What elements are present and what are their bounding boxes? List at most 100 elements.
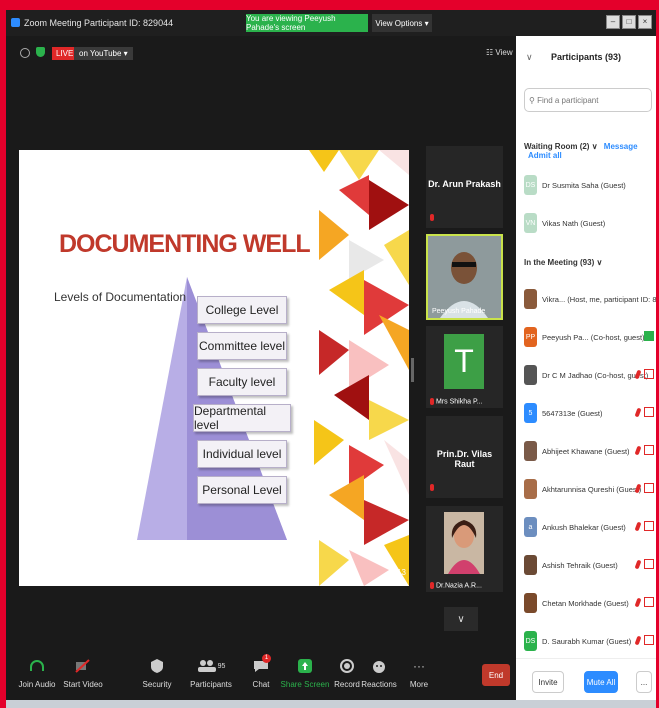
list-item[interactable]: DS D. Saurabh Kumar (Guest) [516, 626, 656, 656]
waiting-room-header[interactable]: Waiting Room (2) ∨ Message Admit all [524, 142, 656, 160]
level-faculty: Faculty level [197, 368, 287, 396]
muted-mic-icon [634, 597, 654, 609]
tile-name: Dr. Arun Prakash [428, 178, 501, 189]
invite-button[interactable]: Invite [532, 671, 564, 693]
panel-header: ∨ Participants (93) [516, 36, 656, 66]
avatar: VN [524, 213, 537, 233]
avatar [524, 479, 537, 499]
level-college: College Level [197, 296, 287, 324]
maximize-icon[interactable]: □ [622, 15, 636, 29]
shield-icon[interactable] [36, 47, 45, 57]
video-tile-nazia[interactable]: Dr.Nazia A.R... [426, 506, 503, 592]
chevron-down-icon[interactable]: ∨ [444, 607, 478, 631]
chat-button[interactable]: 1 Chat [236, 654, 286, 689]
view-button[interactable]: ☷ View [486, 48, 513, 57]
muted-mic-icon [430, 213, 436, 222]
avatar [524, 555, 537, 575]
list-item[interactable]: Chetan Morkhade (Guest) [516, 588, 656, 618]
avatar: DS [524, 175, 537, 195]
muted-mic-icon [634, 521, 654, 533]
chat-badge: 1 [262, 654, 271, 663]
panel-footer: Invite Mute All ... [516, 658, 656, 704]
close-icon[interactable]: × [638, 15, 652, 29]
video-tile-peeyush-pahade[interactable]: Peeyush Pahade [426, 234, 503, 320]
video-tile-vilas-raut[interactable]: Prin.Dr. Vilas Raut [426, 416, 503, 498]
chat-icon: 1 [236, 654, 286, 678]
tile-name: Prin.Dr. Vilas Raut [436, 448, 493, 469]
muted-mic-icon [634, 369, 654, 381]
participants-count: 95 [217, 662, 226, 670]
youtube-live-button[interactable]: on YouTube ▾ [74, 47, 133, 60]
list-item[interactable]: PP Peeyush Pa... (Co-host, guest) [516, 322, 656, 352]
slide-title: DOCUMENTING WELL [59, 230, 311, 258]
avatar [524, 593, 537, 613]
list-item[interactable]: Ashish Tehraik (Guest) [516, 550, 656, 580]
join-audio-button[interactable]: Join Audio [12, 654, 62, 689]
level-personal: Personal Level [197, 476, 287, 504]
viewing-banner: You are viewing Peeyush Pahade's screen [246, 14, 368, 32]
muted-mic-icon [634, 483, 654, 495]
participant-search-input[interactable]: ⚲ Find a participant [524, 88, 652, 112]
zoom-window: Zoom Meeting Participant ID: 829044 You … [6, 10, 656, 704]
level-individual: Individual level [197, 440, 287, 468]
more-button[interactable]: ··· More [394, 654, 444, 689]
shield-icon [132, 654, 182, 678]
tile-name: Peeyush Pahade [432, 308, 486, 315]
mute-all-button[interactable]: Mute All [584, 671, 618, 693]
admit-all-link[interactable]: Admit all [528, 151, 562, 160]
list-item[interactable]: DS Dr Susmita Saha (Guest) [516, 170, 656, 200]
security-button[interactable]: Security [132, 654, 182, 689]
window-title: Zoom Meeting Participant ID: 829044 [24, 18, 174, 28]
start-video-button[interactable]: Start Video [58, 654, 108, 689]
window-controls: – □ × [606, 15, 652, 29]
shared-screen: DOCUMENTING WELL Levels of Documentation… [19, 150, 409, 586]
tile-name: Mrs Shikha P... [430, 397, 483, 405]
participant-video [428, 236, 501, 318]
muted-mic-icon [634, 559, 654, 571]
people-icon [197, 660, 216, 672]
level-departmental: Departmental level [193, 404, 291, 432]
avatar [524, 441, 537, 461]
muted-mic-icon [634, 445, 654, 457]
message-link[interactable]: Message [604, 142, 638, 151]
info-icon[interactable] [20, 48, 30, 58]
participants-button[interactable]: 95 Participants [186, 654, 236, 689]
panel-title: Participants (93) [550, 52, 622, 62]
avatar: 5 [524, 403, 537, 423]
video-tile-shikha[interactable]: T Mrs Shikha P... [426, 326, 503, 408]
tile-name: Dr.Nazia A.R... [430, 581, 482, 589]
share-indicator-icon [640, 331, 654, 343]
list-item[interactable]: a Ankush Bhalekar (Guest) [516, 512, 656, 542]
muted-mic-icon [634, 407, 654, 419]
list-item[interactable]: Vikra... (Host, me, participant ID: 8290… [516, 284, 656, 314]
muted-mic-icon [634, 635, 654, 647]
participant-photo [444, 512, 484, 574]
list-item[interactable]: 5 5647313e (Guest) [516, 398, 656, 428]
list-item[interactable]: Abhijeet Khawane (Guest) [516, 436, 656, 466]
minimize-icon[interactable]: – [606, 15, 620, 29]
video-top-bar: LIVE on YouTube ▾ ☷ View [6, 36, 516, 70]
zoom-logo-icon [11, 18, 20, 27]
avatar: PP [524, 327, 537, 347]
end-meeting-button[interactable]: End [482, 664, 510, 686]
more-icon: ··· [413, 659, 425, 673]
search-icon: ⚲ [529, 96, 535, 105]
list-item[interactable]: Akhtarunnisa Qureshi (Guest) [516, 474, 656, 504]
participants-panel: ∨ Participants (93) ⚲ Find a participant… [516, 36, 656, 704]
slide-page-number: 13 [397, 568, 406, 577]
title-bar: Zoom Meeting Participant ID: 829044 You … [6, 10, 656, 36]
split-handle[interactable] [411, 358, 414, 382]
view-options-button[interactable]: View Options ▾ [372, 14, 432, 32]
chevron-down-icon[interactable]: ∨ [526, 36, 533, 78]
in-meeting-header[interactable]: In the Meeting (93) ∨ [524, 258, 602, 267]
taskbar [6, 700, 656, 708]
more-options-button[interactable]: ... [636, 671, 652, 693]
avatar: a [524, 517, 537, 537]
avatar: DS [524, 631, 537, 651]
search-placeholder: Find a participant [537, 96, 599, 105]
list-item[interactable]: VN Vikas Nath (Guest) [516, 208, 656, 238]
video-tile-arun-prakash[interactable]: Dr. Arun Prakash [426, 146, 503, 228]
list-item[interactable]: Dr C M Jadhao (Co-host, guest) [516, 360, 656, 390]
muted-mic-icon [430, 483, 436, 492]
avatar [524, 289, 537, 309]
